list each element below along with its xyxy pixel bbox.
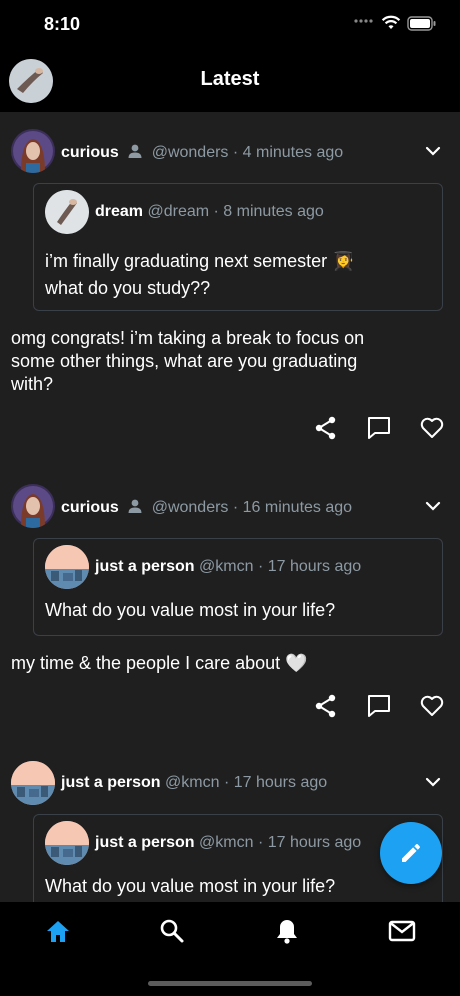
author-handle[interactable]: @wonders: [152, 144, 229, 161]
pencil-icon: [402, 844, 420, 862]
post-card[interactable]: just a person @kmcn · 17 hours ago just …: [0, 744, 460, 902]
post-actions: [0, 415, 460, 445]
quoted-post-time: · 17 hours ago: [257, 558, 362, 575]
quoted-author-handle[interactable]: @kmcn: [199, 558, 253, 575]
search-icon[interactable]: [157, 916, 187, 946]
chevron-down-icon[interactable]: [424, 776, 442, 788]
quoted-text-line: What do you value most in your life?: [45, 600, 336, 620]
author-avatar[interactable]: [11, 484, 55, 528]
quoted-post-text: i’m finally graduating next semester 👩‍🎓…: [45, 248, 355, 302]
notifications-bell-icon[interactable]: [272, 916, 302, 946]
post-meta: curious @wonders · 4 minutes ago: [61, 143, 343, 162]
quoted-author-name[interactable]: just a person: [95, 558, 195, 575]
quoted-author-avatar[interactable]: [45, 190, 89, 234]
share-icon[interactable]: [313, 693, 339, 719]
battery-icon: [407, 16, 436, 31]
quoted-author-name[interactable]: just a person: [95, 834, 195, 851]
quoted-post-meta: just a person @kmcn · 17 hours ago: [95, 834, 361, 852]
author-avatar[interactable]: [11, 129, 55, 173]
quoted-post-text: What do you value most in your life?: [45, 597, 335, 624]
compose-button[interactable]: [380, 822, 442, 884]
quoted-author-avatar[interactable]: [45, 545, 89, 589]
like-icon[interactable]: [419, 415, 445, 441]
home-indicator: [148, 981, 312, 986]
top-app-bar: Latest: [0, 50, 460, 112]
post-card[interactable]: curious @wonders · 16 minutes ago just a…: [0, 468, 460, 744]
post-meta: curious @wonders · 16 minutes ago: [61, 498, 352, 517]
quoted-text-line: what do you study??: [45, 278, 211, 298]
post-time: · 17 hours ago: [223, 774, 328, 791]
quoted-post-meta: just a person @kmcn · 17 hours ago: [95, 558, 361, 576]
quoted-author-name[interactable]: dream: [95, 203, 143, 220]
author-name[interactable]: curious: [61, 499, 119, 516]
post-text-line: my time & the people I care about 🤍: [11, 653, 308, 673]
author-avatar[interactable]: [11, 761, 55, 805]
quoted-text-line: What do you value most in your life?: [45, 876, 336, 896]
feed[interactable]: curious @wonders · 4 minutes ago dream @…: [0, 112, 460, 902]
mail-icon[interactable]: [387, 916, 417, 946]
quoted-post[interactable]: just a person @kmcn · 17 hours ago What …: [33, 538, 443, 636]
status-bar: 8:10: [0, 0, 460, 50]
user-icon: [128, 144, 142, 158]
dark-mode-icon[interactable]: [420, 67, 442, 93]
quoted-post-meta: dream @dream · 8 minutes ago: [95, 203, 324, 221]
user-icon: [128, 499, 142, 513]
quoted-post-text: What do you value most in your life?: [45, 873, 335, 900]
signal-icon: [354, 19, 373, 23]
home-icon[interactable]: [43, 916, 73, 946]
quoted-text-line: i’m finally graduating next semester 👩‍🎓: [45, 251, 355, 271]
status-time: 8:10: [44, 14, 81, 34]
reply-icon[interactable]: [366, 693, 392, 719]
wifi-icon: [381, 15, 401, 29]
quoted-post-time: · 17 hours ago: [257, 834, 362, 851]
quoted-post-time: · 8 minutes ago: [213, 203, 324, 220]
post-time: · 4 minutes ago: [232, 144, 344, 161]
like-icon[interactable]: [419, 693, 445, 719]
post-meta: just a person @kmcn · 17 hours ago: [61, 774, 327, 792]
author-name[interactable]: curious: [61, 144, 119, 161]
quoted-author-avatar[interactable]: [45, 821, 89, 865]
post-text: my time & the people I care about 🤍: [11, 652, 431, 675]
share-icon[interactable]: [313, 415, 339, 441]
quoted-post[interactable]: dream @dream · 8 minutes ago i’m finally…: [33, 183, 443, 311]
post-text: omg congrats! i’m taking a break to focu…: [11, 327, 431, 396]
page-title: Latest: [200, 68, 260, 90]
author-name[interactable]: just a person: [61, 774, 161, 791]
post-text-line: omg congrats! i’m taking a break to focu…: [11, 328, 365, 348]
post-time: · 16 minutes ago: [232, 499, 353, 516]
chevron-down-icon[interactable]: [424, 145, 442, 157]
post-actions: [0, 693, 460, 723]
author-handle[interactable]: @kmcn: [165, 774, 219, 791]
quoted-author-handle[interactable]: @dream: [147, 203, 209, 220]
post-card[interactable]: curious @wonders · 4 minutes ago dream @…: [0, 112, 460, 468]
post-text-line: some other things, what are you graduati…: [11, 351, 358, 371]
author-handle[interactable]: @wonders: [152, 499, 229, 516]
chevron-down-icon[interactable]: [424, 500, 442, 512]
post-text-line: with?: [11, 374, 54, 394]
quoted-author-handle[interactable]: @kmcn: [199, 834, 253, 851]
reply-icon[interactable]: [366, 415, 392, 441]
